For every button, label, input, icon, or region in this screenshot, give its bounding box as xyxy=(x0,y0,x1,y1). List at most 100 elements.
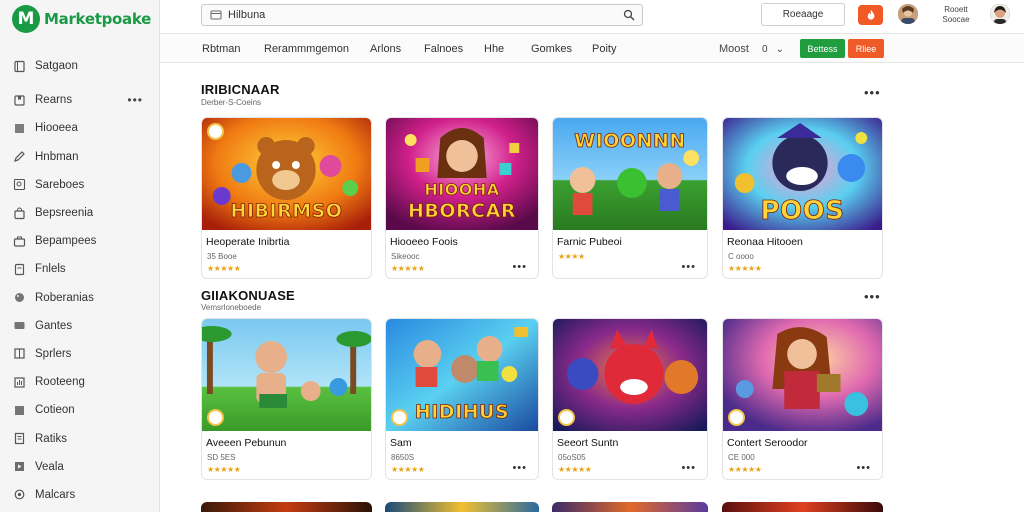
sidebar-nav: Satgaon Rearns ••• Hiooeea Hnbman Sareboes Bep… xyxy=(0,52,159,509)
video-icon xyxy=(13,460,26,473)
card-peek xyxy=(552,502,708,512)
game-title[interactable]: Aveeen Pebunun xyxy=(206,437,286,449)
tab-1[interactable]: Rerammmgemon xyxy=(264,34,349,64)
sidebar-item[interactable]: Sprlers xyxy=(0,340,159,368)
columns-icon xyxy=(13,347,26,360)
sidebar-item[interactable]: Sareboes xyxy=(0,171,159,199)
more-options-icon[interactable]: ••• xyxy=(127,93,143,107)
sidebar-item[interactable]: Bepampees xyxy=(0,227,159,255)
game-card[interactable]: Aveeen Pebunun SD 5ES ★★★★★ xyxy=(201,318,372,480)
briefcase-icon xyxy=(13,235,26,248)
sidebar-item[interactable]: Rooteeng xyxy=(0,368,159,396)
sidebar: M Marketpoake Satgaon Rearns ••• Hiooeea Hnb… xyxy=(0,0,160,512)
game-meta: 8650S xyxy=(391,453,415,462)
sidebar-item[interactable]: Cotieon xyxy=(0,396,159,424)
section-more-button[interactable]: ••• xyxy=(864,289,881,304)
header-action-button[interactable]: Roeaage xyxy=(761,3,845,26)
sidebar-item[interactable]: Gantes xyxy=(0,312,159,340)
fire-icon[interactable] xyxy=(858,5,883,25)
game-badge-icon xyxy=(207,123,224,140)
sidebar-item[interactable]: Malcars xyxy=(0,481,159,509)
sidebar-item[interactable]: Hiooeea xyxy=(0,114,159,142)
doc-icon xyxy=(13,432,26,445)
game-card[interactable]: WIOONNN Farnic Pubeoi ★★★★ ••• xyxy=(552,117,708,279)
game-title[interactable]: Contert Seroodor xyxy=(727,437,808,449)
card-more-button[interactable]: ••• xyxy=(681,462,696,474)
model-label[interactable]: Moost xyxy=(719,34,749,64)
tab-3[interactable]: Falnoes xyxy=(424,34,463,64)
game-thumbnail[interactable] xyxy=(202,319,371,431)
game-title[interactable]: Reonaa Hitooen xyxy=(727,236,803,248)
card-peek xyxy=(722,502,883,512)
sidebar-item-label: Satgaon xyxy=(35,60,78,73)
sidebar-item[interactable]: Veala xyxy=(0,453,159,481)
rating-stars: ★★★★★ xyxy=(728,264,762,273)
tab-6[interactable]: Poity xyxy=(592,34,616,64)
game-title[interactable]: Sam xyxy=(390,437,412,449)
search-input[interactable]: Hilbuna xyxy=(201,4,643,26)
red-action-button[interactable]: Rliee xyxy=(848,39,884,58)
game-meta: C oooo xyxy=(728,252,754,261)
game-card[interactable]: Contert Seroodor CE 000 ★★★★★ ••• xyxy=(722,318,883,480)
settings-icon xyxy=(13,488,26,501)
profile-avatar[interactable] xyxy=(990,4,1010,24)
rating-stars: ★★★★★ xyxy=(207,465,241,474)
logo-mark-icon: M xyxy=(12,5,40,33)
filter-icon: 0 xyxy=(762,43,768,55)
thumbnail-title: POOS xyxy=(760,196,845,227)
avatar[interactable] xyxy=(898,4,918,24)
sidebar-item[interactable]: Fnlels xyxy=(0,255,159,283)
game-card[interactable]: HIDIHUS Sam 8650S ★★★★★ ••• xyxy=(385,318,539,480)
tab-2[interactable]: Arlons xyxy=(370,34,401,64)
game-thumbnail[interactable] xyxy=(723,319,882,431)
game-card[interactable]: HIBIRMSO Heoperate Inibrtia 35 Booe ★★★★★ xyxy=(201,117,372,279)
game-meta: SD 5ES xyxy=(207,453,236,462)
sidebar-item[interactable]: Bepsreenia xyxy=(0,199,159,227)
sidebar-item[interactable]: Satgaon xyxy=(0,52,159,80)
card-more-button[interactable]: ••• xyxy=(512,261,527,273)
game-title[interactable]: Heoperate Inibrtia xyxy=(206,236,289,248)
grid-icon xyxy=(13,122,26,135)
user-name: Rooett xyxy=(944,5,968,14)
game-title[interactable]: Farnic Pubeoi xyxy=(557,236,622,248)
sidebar-item-label: Veala xyxy=(35,460,64,473)
game-thumbnail[interactable] xyxy=(553,319,707,431)
filter-dropdown[interactable]: 0 ⌄ xyxy=(762,40,784,58)
card-peek xyxy=(385,502,539,512)
rating-stars: ★★★★★ xyxy=(728,465,762,474)
game-card[interactable]: POOS Reonaa Hitooen C oooo ★★★★★ xyxy=(722,117,883,279)
green-action-button[interactable]: Bettess xyxy=(800,39,845,58)
tab-4[interactable]: Hhe xyxy=(484,34,504,64)
rating-stars: ★★★★★ xyxy=(207,264,241,273)
rating-stars: ★★★★★ xyxy=(558,465,592,474)
app-name: Marketpoake xyxy=(44,10,151,28)
section-more-button[interactable]: ••• xyxy=(864,85,881,100)
game-title[interactable]: Hiooeeo Foois xyxy=(390,236,458,248)
category-tabs: Rbtman Rerammmgemon Arlons Falnoes Hhe G… xyxy=(160,33,1024,63)
sidebar-item[interactable]: Roberanias xyxy=(0,284,159,312)
search-icon[interactable] xyxy=(623,9,635,21)
sidebar-item-label: Rearns xyxy=(35,94,73,107)
card-more-button[interactable]: ••• xyxy=(856,462,871,474)
file-icon xyxy=(13,263,26,276)
tab-0[interactable]: Rbtman xyxy=(202,34,241,64)
game-card[interactable]: Seeort Suntn 05oS05 ★★★★★ ••• xyxy=(552,318,708,480)
section-title: GIIAKONUASE xyxy=(201,288,295,303)
bookmark-icon xyxy=(13,94,26,107)
sidebar-item-label: Ratiks xyxy=(35,432,67,445)
game-card[interactable]: HBORCAR HIOOHA Hiooeeo Foois Sikeooc ★★★★★ ••… xyxy=(385,117,539,279)
game-meta: Sikeooc xyxy=(391,252,420,261)
thumbnail-subtitle: HIOOHA xyxy=(424,180,500,200)
sidebar-item[interactable]: Rearns ••• xyxy=(0,86,159,114)
sidebar-item-label: Sprlers xyxy=(35,347,72,360)
tab-5[interactable]: Gomkes xyxy=(531,34,572,64)
sidebar-item[interactable]: Ratiks xyxy=(0,424,159,452)
card-more-button[interactable]: ••• xyxy=(512,462,527,474)
sidebar-item[interactable]: Hnbman xyxy=(0,143,159,171)
sidebar-item-label: Hnbman xyxy=(35,150,79,163)
game-title[interactable]: Seeort Suntn xyxy=(557,437,618,449)
card-more-button[interactable]: ••• xyxy=(681,261,696,273)
game-badge-icon xyxy=(558,409,575,426)
app-logo[interactable]: M Marketpoake xyxy=(12,5,151,33)
sidebar-item-label: Bepampees xyxy=(35,235,97,248)
